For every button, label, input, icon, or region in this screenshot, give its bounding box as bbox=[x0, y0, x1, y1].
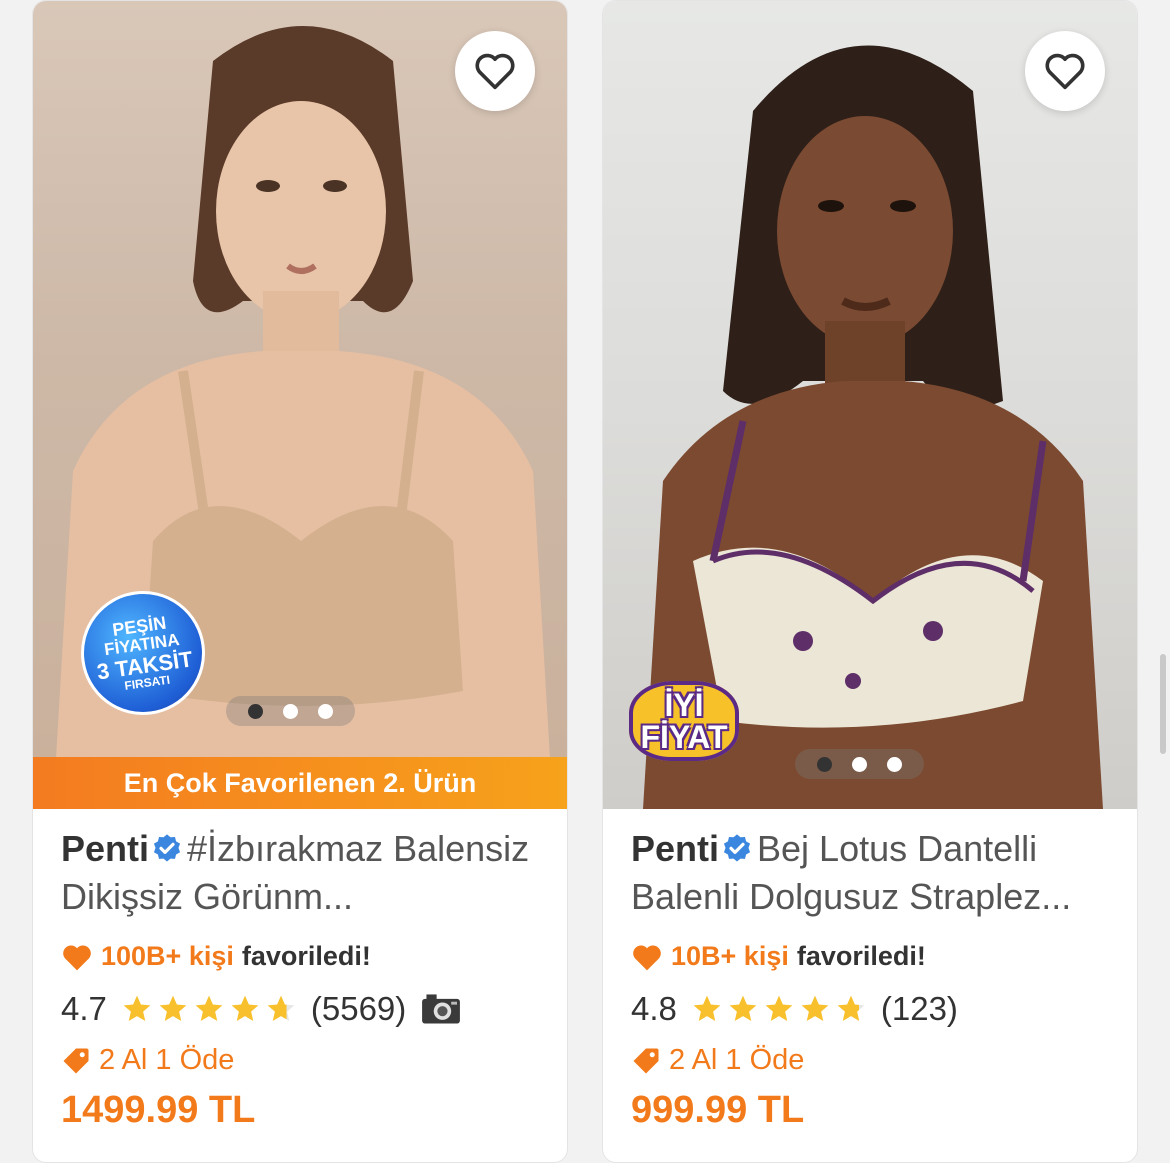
star-icon bbox=[801, 995, 829, 1021]
image-carousel-dots[interactable] bbox=[795, 749, 924, 779]
orange-heart-icon bbox=[63, 945, 91, 970]
star-icon bbox=[837, 995, 865, 1021]
tag-icon bbox=[63, 1048, 89, 1073]
good-price-badge: İYİ FİYAT bbox=[629, 681, 739, 761]
star-icon bbox=[159, 995, 187, 1021]
review-count: (123) bbox=[880, 990, 958, 1027]
favorites-info: 10B+ kişi favoriledi! bbox=[631, 941, 1109, 972]
brand-name: Penti bbox=[61, 828, 150, 869]
favorites-suffix: favoriledi! bbox=[241, 941, 371, 971]
favorites-info: 100B+ kişi favoriledi! bbox=[61, 941, 539, 972]
star-icon bbox=[267, 995, 295, 1021]
favorite-button[interactable] bbox=[455, 31, 535, 111]
product-title[interactable]: Penti Bej Lotus Dantelli Balenli Dolgusuz… bbox=[631, 825, 1109, 921]
tag-icon bbox=[633, 1048, 659, 1073]
favorite-rank-banner: En Çok Favorilenen 2. Ürün bbox=[33, 757, 567, 809]
verified-icon bbox=[153, 834, 181, 862]
carousel-dot[interactable] bbox=[817, 756, 832, 772]
carousel-dot[interactable] bbox=[318, 703, 333, 719]
product-card[interactable]: PEŞİN FİYATINA 3 TAKSİT FIRSATI En Çok F… bbox=[32, 0, 568, 1163]
product-image[interactable]: PEŞİN FİYATINA 3 TAKSİT FIRSATI En Çok F… bbox=[33, 1, 567, 809]
favorites-count: 100B+ kişi bbox=[101, 941, 234, 971]
carousel-dot[interactable] bbox=[887, 756, 902, 772]
carousel-dot[interactable] bbox=[248, 703, 263, 719]
favorites-count: 10B+ kişi bbox=[671, 941, 789, 971]
product-info[interactable]: Penti Bej Lotus Dantelli Balenli Dolgusuz… bbox=[631, 825, 1109, 1132]
star-rating bbox=[691, 993, 867, 1025]
rating-row: 4.7 (5569) bbox=[61, 990, 539, 1028]
favorite-button[interactable] bbox=[1025, 31, 1105, 111]
promo-text: 2 Al 1 Öde bbox=[99, 1044, 235, 1076]
rating-row: 4.8 (123) bbox=[631, 990, 1109, 1028]
promo-tag: 2 Al 1 Öde bbox=[631, 1044, 1109, 1077]
favorites-suffix: favoriledi! bbox=[796, 941, 926, 971]
carousel-dot[interactable] bbox=[283, 703, 298, 719]
carousel-dot[interactable] bbox=[852, 756, 867, 772]
product-title[interactable]: Penti #İzbırakmaz Balensiz Dikişsiz Görün… bbox=[61, 825, 539, 921]
heart-icon bbox=[475, 53, 515, 90]
rating-value: 4.8 bbox=[631, 990, 677, 1027]
star-icon bbox=[765, 995, 793, 1021]
star-icon bbox=[729, 995, 757, 1021]
scrollbar[interactable] bbox=[1160, 654, 1166, 754]
product-card[interactable]: İYİ FİYAT Penti Bej Lotus Dantelli Balenl… bbox=[602, 0, 1138, 1163]
promo-tag: 2 Al 1 Öde bbox=[61, 1044, 539, 1077]
product-price: 999.99 TL bbox=[631, 1089, 805, 1131]
orange-heart-icon bbox=[633, 945, 661, 970]
image-carousel-dots[interactable] bbox=[226, 696, 355, 726]
product-info[interactable]: Penti #İzbırakmaz Balensiz Dikişsiz Görün… bbox=[61, 825, 539, 1132]
review-count: (5569) bbox=[310, 990, 407, 1027]
star-rating bbox=[121, 993, 297, 1025]
verified-icon bbox=[723, 834, 751, 862]
star-icon bbox=[195, 995, 223, 1021]
promo-text: 2 Al 1 Öde bbox=[669, 1044, 805, 1076]
star-icon bbox=[693, 995, 721, 1021]
brand-name: Penti bbox=[631, 828, 720, 869]
heart-icon bbox=[1045, 53, 1085, 90]
product-price: 1499.99 TL bbox=[61, 1089, 256, 1131]
star-icon bbox=[231, 995, 259, 1021]
camera-icon bbox=[422, 994, 461, 1024]
product-grid: PEŞİN FİYATINA 3 TAKSİT FIRSATI En Çok F… bbox=[0, 0, 1170, 1163]
rating-value: 4.7 bbox=[61, 990, 107, 1027]
star-icon bbox=[123, 995, 151, 1021]
product-image[interactable]: İYİ FİYAT bbox=[603, 1, 1137, 809]
